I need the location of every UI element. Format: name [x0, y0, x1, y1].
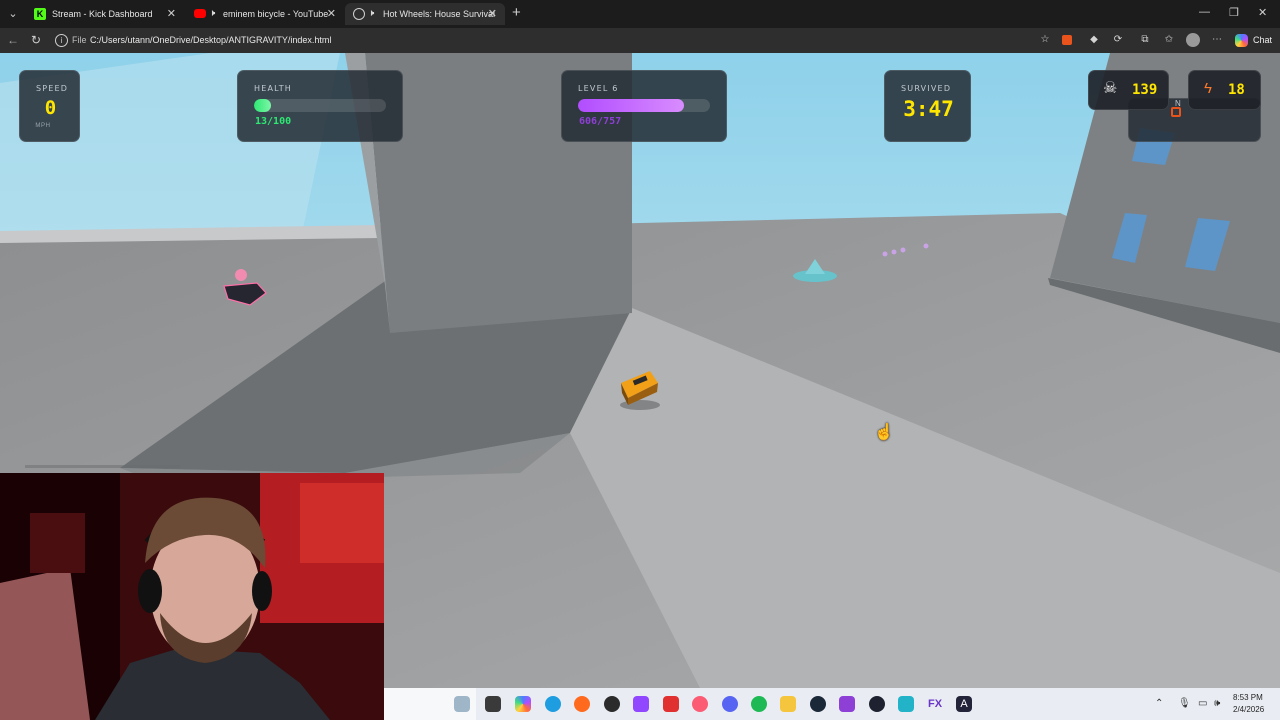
- favorite-star-icon[interactable]: ☆: [1038, 33, 1052, 47]
- speaker-icon[interactable]: 🕨: [368, 3, 374, 25]
- speaker-icon[interactable]: 🕨: [209, 3, 215, 25]
- kick-icon: K: [34, 8, 46, 20]
- refresh-icon[interactable]: ↻: [31, 33, 41, 47]
- webcam-feed: [0, 473, 384, 720]
- extension-red-icon[interactable]: [1062, 35, 1072, 45]
- twitch-icon[interactable]: [633, 696, 649, 712]
- kills-value: 139: [1132, 82, 1158, 98]
- close-tab-icon[interactable]: ✕: [167, 3, 176, 25]
- address-bar: ← ↻ i File C:/Users/utann/OneDrive/Deskt…: [0, 28, 1280, 53]
- tab-title: Stream - Kick Dashboard: [52, 9, 153, 19]
- xp-bar-fill: [578, 99, 684, 112]
- close-tab-icon[interactable]: ✕: [488, 3, 497, 25]
- restore-icon[interactable]: ❐: [1229, 6, 1239, 19]
- taskview-icon[interactable]: [485, 696, 501, 712]
- xp-bar: [578, 99, 710, 112]
- folder-icon[interactable]: [780, 696, 796, 712]
- level-label: LEVEL 6: [578, 84, 619, 93]
- kills-counter: ☠ 139: [1088, 70, 1169, 110]
- itunes-icon[interactable]: [692, 696, 708, 712]
- health-bar-fill: [254, 99, 272, 112]
- extension-diamond-icon[interactable]: ◆: [1087, 33, 1101, 47]
- close-window-icon[interactable]: ✕: [1258, 6, 1267, 19]
- discord-icon[interactable]: [722, 696, 738, 712]
- chat-label: Chat: [1253, 35, 1273, 45]
- survived-label: SURVIVED: [901, 84, 952, 93]
- network-icon[interactable]: ▭: [1198, 697, 1207, 711]
- youtube-icon: [194, 9, 206, 18]
- tray-chevron-icon[interactable]: ⌃: [1155, 697, 1163, 711]
- lightning-icon: ϟ: [1204, 80, 1212, 97]
- edge-icon[interactable]: [545, 696, 561, 712]
- firefox-icon[interactable]: [574, 696, 590, 712]
- profile-avatar-icon[interactable]: [1186, 33, 1200, 47]
- copilot-icon: [1235, 34, 1248, 47]
- more-menu-icon[interactable]: ⋯: [1210, 33, 1224, 47]
- spotify-icon[interactable]: [751, 696, 767, 712]
- speed-value: 0: [44, 97, 57, 119]
- obs-icon[interactable]: [604, 696, 620, 712]
- url-input[interactable]: C:/Users/utann/OneDrive/Desktop/ANTIGRAV…: [90, 35, 331, 45]
- tab-title: Hot Wheels: House Survival: [383, 9, 496, 19]
- tab-actions-chevron-icon[interactable]: ⌄: [5, 6, 21, 22]
- speed-label: SPEED: [36, 84, 69, 93]
- app-dark-icon[interactable]: [869, 696, 885, 712]
- tab-kick-dashboard[interactable]: K Stream - Kick Dashboard ✕: [26, 3, 184, 25]
- app-purple-icon[interactable]: [839, 696, 855, 712]
- clock-date[interactable]: 2/4/2026: [1233, 705, 1264, 714]
- microphone-icon[interactable]: 🎙: [1178, 697, 1191, 711]
- hand-cursor-icon: ☝: [874, 424, 894, 441]
- app-teal-icon[interactable]: [898, 696, 914, 712]
- survived-panel: SURVIVED 3:47: [884, 70, 971, 142]
- skull-icon: ☠: [1103, 80, 1118, 97]
- fx-icon[interactable]: FX: [927, 696, 943, 712]
- xp-text: 606/757: [579, 116, 622, 127]
- copilot-icon[interactable]: [515, 696, 531, 712]
- speed-unit: MPH: [35, 123, 51, 129]
- webcam-overlay: [0, 473, 384, 720]
- split-screen-icon[interactable]: ⧉: [1138, 33, 1152, 47]
- minimize-icon[interactable]: —: [1199, 6, 1210, 18]
- close-tab-icon[interactable]: ✕: [327, 3, 336, 25]
- health-panel: HEALTH 13/100: [237, 70, 403, 142]
- windows-taskbar: FX A ⌃ 🎙 ▭ 🕪 8:53 PM 2/4/2026: [384, 688, 1280, 720]
- url-scheme-label: File: [72, 35, 87, 45]
- tab-title: eminem bicycle - YouTube: [223, 9, 329, 19]
- speed-panel: SPEED 0 MPH: [19, 70, 80, 142]
- back-icon[interactable]: ←: [7, 33, 19, 47]
- copilot-chat-button[interactable]: Chat: [1233, 32, 1276, 49]
- extensions-puzzle-icon[interactable]: ⟳: [1111, 33, 1125, 47]
- app-red-icon[interactable]: [663, 696, 679, 712]
- volume-icon[interactable]: 🕪: [1214, 697, 1220, 711]
- widgets-icon[interactable]: [454, 696, 470, 712]
- health-label: HEALTH: [254, 84, 293, 93]
- level-panel: LEVEL 6 606/757: [561, 70, 727, 142]
- antigravity-icon[interactable]: A: [956, 696, 972, 712]
- globe-icon: [353, 8, 365, 20]
- new-tab-button[interactable]: +: [512, 4, 521, 22]
- orange-indicator: [1171, 107, 1181, 117]
- tab-hot-wheels[interactable]: 🕨 Hot Wheels: House Survival ✕: [345, 3, 505, 25]
- clock-time[interactable]: 8:53 PM: [1233, 693, 1263, 702]
- health-text: 13/100: [255, 116, 292, 127]
- steam-icon[interactable]: [810, 696, 826, 712]
- tab-youtube[interactable]: 🕨 eminem bicycle - YouTube ✕: [186, 3, 344, 25]
- energy-counter: ϟ 18: [1188, 70, 1261, 110]
- energy-value: 18: [1228, 82, 1245, 98]
- health-bar: [254, 99, 386, 112]
- favorites-icon[interactable]: ✩: [1162, 33, 1176, 47]
- survived-time: 3:47: [903, 97, 954, 121]
- info-icon[interactable]: i: [55, 34, 68, 47]
- browser-tab-bar: ⌄ K Stream - Kick Dashboard ✕ 🕨 eminem b…: [0, 0, 1280, 28]
